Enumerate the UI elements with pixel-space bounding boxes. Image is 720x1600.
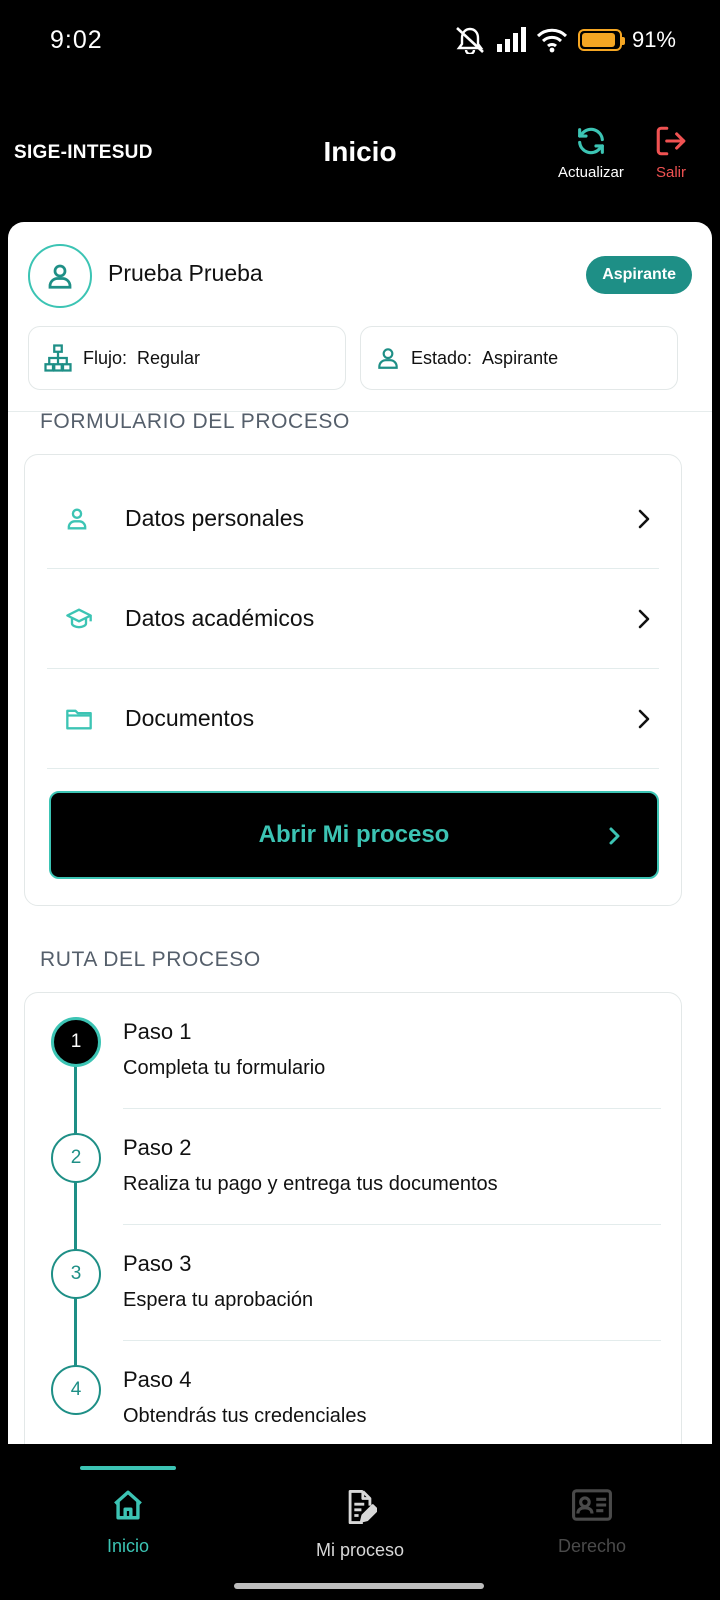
step-title: Paso 3 (123, 1251, 192, 1276)
app-header: SIGE-INTESUD Inicio Actualizar Salir (0, 86, 720, 220)
form-item-label: Datos personales (125, 505, 304, 531)
graduation-cap-icon (66, 608, 92, 628)
chevron-right-icon (638, 609, 650, 628)
id-card-icon (572, 1489, 612, 1521)
status-bar: 9:02 91% (0, 0, 720, 86)
form-item-academic-data[interactable]: Datos académicos (47, 569, 659, 669)
role-badge: Aspirante (586, 256, 692, 294)
route-step: 2 Paso 2 Realiza tu pago y entrega tus d… (25, 1109, 681, 1225)
step-description: Obtendrás tus credenciales (123, 1405, 367, 1427)
route-card: 1 Paso 1 Completa tu formulario 2 Paso 2… (24, 992, 682, 1444)
nav-item-home[interactable]: Inicio (48, 1488, 208, 1557)
nav-label: Derecho (557, 1536, 627, 1556)
flow-value: Regular (137, 347, 201, 368)
flow-label: Flujo: (83, 347, 128, 368)
form-item-label: Datos académicos (125, 605, 315, 631)
refresh-icon (578, 127, 604, 155)
step-title: Paso 4 (123, 1367, 192, 1392)
step-number: 2 (51, 1133, 101, 1183)
main-content[interactable]: Prueba Prueba Aspirante Flujo: Regular E… (8, 222, 712, 1444)
nav-active-indicator (80, 1466, 176, 1470)
avatar (28, 244, 92, 308)
open-process-label: Abrir Mi proceso (258, 821, 450, 848)
form-item-label: Documentos (125, 705, 255, 731)
person-icon (378, 348, 398, 369)
nav-item-my-process[interactable]: Mi proceso (280, 1488, 440, 1561)
bottom-nav: Inicio Mi proceso Derecho (0, 1444, 720, 1600)
person-icon (67, 508, 87, 529)
route-step: 3 Paso 3 Espera tu aprobación (25, 1225, 681, 1341)
step-title: Paso 2 (123, 1135, 192, 1160)
logout-button[interactable]: Salir (654, 124, 688, 181)
bell-muted-icon (456, 27, 484, 54)
step-description: Espera tu aprobación (123, 1289, 314, 1311)
sitemap-icon (44, 344, 72, 372)
home-icon (114, 1490, 142, 1520)
logout-label: Salir (655, 164, 686, 181)
step-description: Realiza tu pago y entrega tus documentos (123, 1173, 498, 1195)
status-time: 9:02 (50, 26, 103, 54)
refresh-label: Actualizar (558, 164, 624, 181)
route-step: 4 Paso 4 Obtendrás tus credenciales (25, 1341, 681, 1444)
step-number: 1 (51, 1017, 101, 1067)
step-title: Paso 1 (123, 1019, 192, 1044)
battery-icon (577, 29, 625, 51)
chevron-right-icon (638, 509, 650, 528)
step-number: 3 (51, 1249, 101, 1299)
chevron-right-icon (609, 827, 620, 845)
logout-icon (656, 126, 686, 156)
state-info: Estado: Aspirante (360, 326, 678, 390)
battery-level (581, 33, 615, 47)
open-process-button[interactable]: Abrir Mi proceso (49, 791, 659, 879)
profile-card: Prueba Prueba Aspirante Flujo: Regular E… (8, 222, 712, 412)
document-edit-icon (348, 1489, 377, 1524)
nav-item-right[interactable]: Derecho (512, 1488, 672, 1557)
route-step: 1 Paso 1 Completa tu formulario (25, 993, 681, 1109)
form-card: Datos personales Datos académicos Docume… (24, 454, 682, 906)
nav-label: Mi proceso (315, 1540, 405, 1560)
step-number: 4 (51, 1365, 101, 1415)
refresh-button[interactable]: Actualizar (558, 124, 624, 181)
form-item-documents[interactable]: Documentos (47, 669, 659, 769)
step-description: Completa tu formulario (123, 1057, 326, 1079)
battery-percent: 91% (631, 27, 676, 52)
folder-icon (66, 709, 92, 729)
form-item-personal-data[interactable]: Datos personales (47, 469, 659, 569)
chevron-right-icon (638, 709, 650, 728)
flow-info: Flujo: Regular (28, 326, 346, 390)
system-home-indicator[interactable] (234, 1583, 484, 1589)
signal-icon (496, 27, 526, 52)
state-label: Estado: (411, 347, 473, 368)
status-icons: 91% (454, 26, 676, 54)
route-section-title: RUTA DEL PROCESO (40, 948, 261, 971)
wifi-icon (536, 28, 568, 53)
form-section-title: FORMULARIO DEL PROCESO (40, 410, 350, 433)
nav-label: Inicio (106, 1536, 150, 1556)
profile-name: Prueba Prueba (108, 260, 263, 286)
user-icon (48, 264, 72, 289)
state-value: Aspirante (482, 347, 559, 368)
